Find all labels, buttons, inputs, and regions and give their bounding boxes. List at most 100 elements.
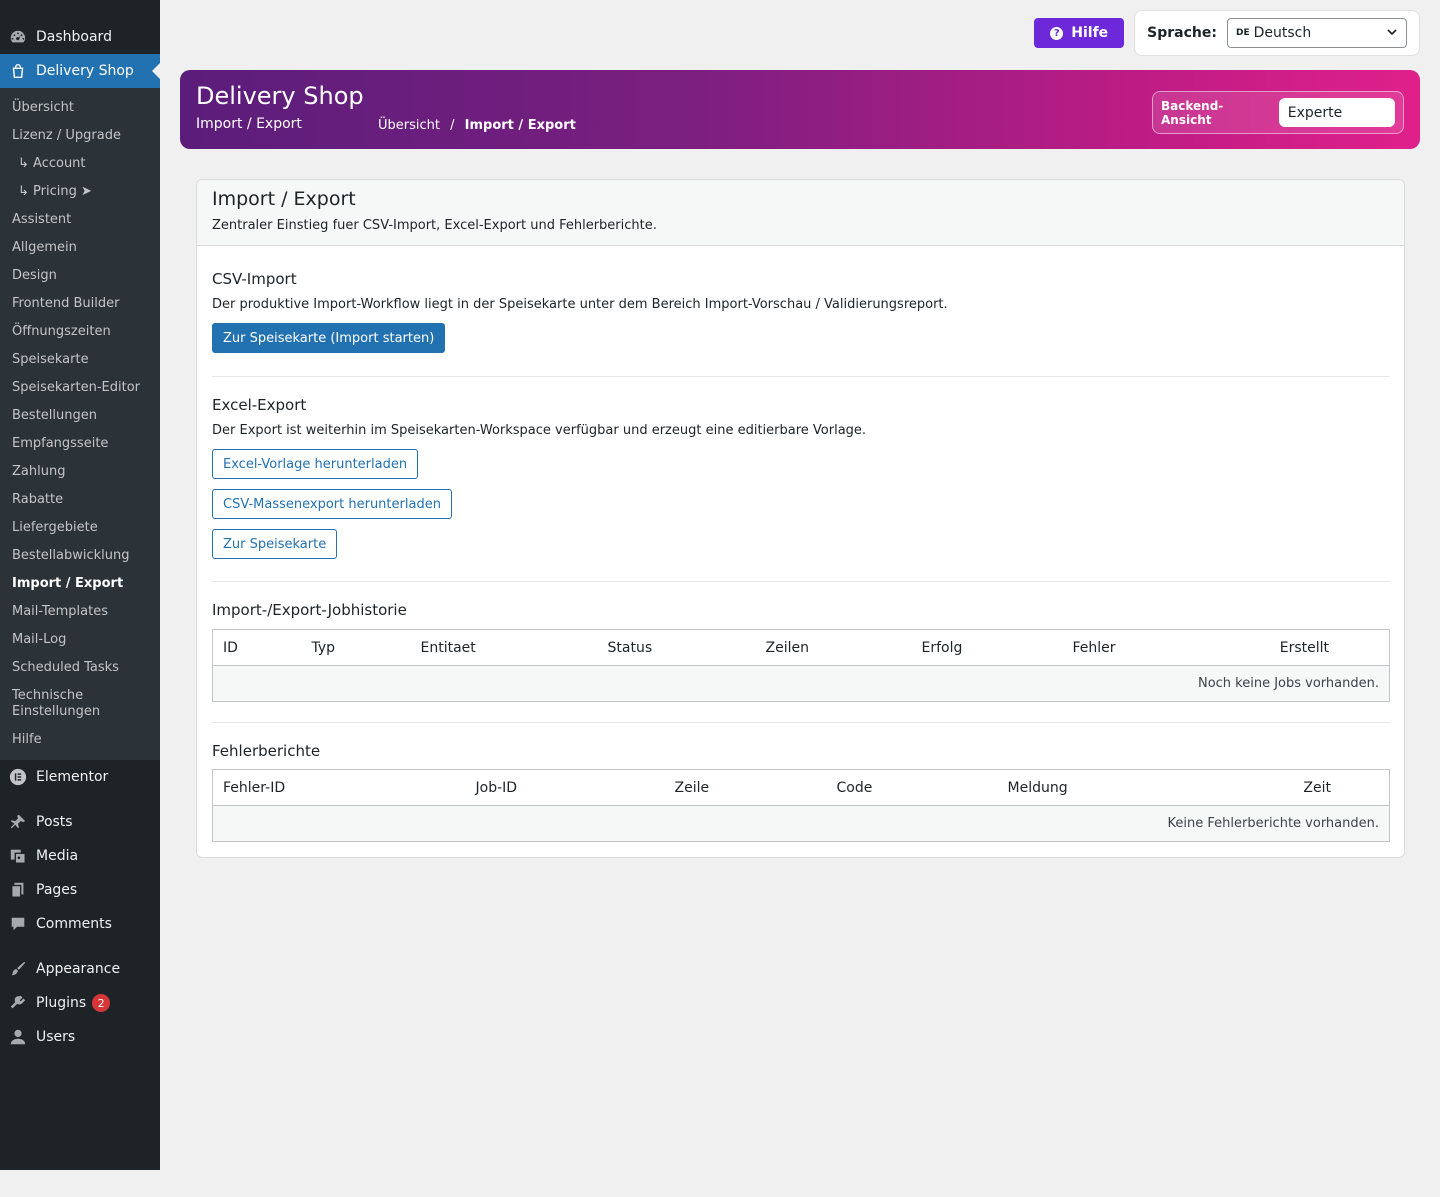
elementor-icon (8, 767, 28, 787)
submenu-mail-log[interactable]: Mail-Log (0, 626, 160, 654)
column-header: Typ (301, 629, 411, 666)
table-header-row: Fehler-ID Job-ID Zeile Code Meldung Zeit (212, 769, 1390, 806)
menu-users[interactable]: Users (0, 1020, 160, 1054)
menu-dashboard[interactable]: Dashboard (0, 20, 160, 54)
menu-label: Posts (36, 814, 73, 830)
column-header: Job-ID (465, 769, 665, 806)
submenu-uebersicht[interactable]: Übersicht (0, 94, 160, 122)
column-header: Fehler (1062, 629, 1213, 666)
submenu-empfangsseite[interactable]: Empfangsseite (0, 430, 160, 458)
delivery-shop-submenu: Übersicht Lizenz / Upgrade ↳ Account ↳ P… (0, 88, 160, 760)
menu-label: Users (36, 1029, 76, 1045)
language-value: Deutsch (1253, 25, 1312, 41)
column-header: ID (212, 629, 302, 666)
backend-view-select[interactable]: Experte (1278, 98, 1395, 127)
download-excel-template-button[interactable]: Excel-Vorlage herunterladen (212, 449, 419, 479)
submenu-oeffnungszeiten[interactable]: Öffnungszeiten (0, 318, 160, 346)
excel-export-title: Excel-Export (212, 396, 307, 414)
submenu-pricing[interactable]: ↳ Pricing ➤ (0, 178, 160, 206)
error-reports-section: Fehlerberichte Fehler-ID Job-ID Zeile Co… (212, 742, 1390, 842)
csv-import-title: CSV-Import (212, 270, 297, 288)
backend-view-value: Experte (1287, 104, 1343, 121)
help-button[interactable]: ? Hilfe (1034, 18, 1125, 48)
submenu-import-export[interactable]: Import / Export (0, 570, 160, 598)
column-header: Zeit (1197, 769, 1390, 806)
submenu-bestellabwicklung[interactable]: Bestellabwicklung (0, 542, 160, 570)
language-flag: DE (1236, 28, 1250, 38)
submenu-hilfe[interactable]: Hilfe (0, 726, 160, 754)
submenu-lizenz[interactable]: Lizenz / Upgrade (0, 122, 160, 150)
chevron-down-icon (1386, 26, 1398, 41)
submenu-liefergebiete[interactable]: Liefergebiete (0, 514, 160, 542)
menu-plugins[interactable]: Plugins 2 (0, 986, 160, 1020)
submenu-technische-einstellungen[interactable]: Technische Einstellungen (0, 682, 120, 726)
menu-label: Delivery Shop (36, 63, 134, 79)
help-icon: ? (1050, 26, 1064, 40)
section-divider (212, 376, 1390, 377)
menu-label: Comments (36, 916, 112, 932)
submenu-frontend-builder[interactable]: Frontend Builder (0, 290, 160, 318)
menu-appearance[interactable]: Appearance (0, 952, 160, 986)
download-csv-export-button[interactable]: CSV-Massenexport herunterladen (212, 489, 452, 519)
start-import-button[interactable]: Zur Speisekarte (Import starten) (212, 323, 446, 353)
job-history-table: ID Typ Entitaet Status Zeilen Erfolg Feh… (212, 629, 1390, 702)
submenu-assistent[interactable]: Assistent (0, 206, 160, 234)
menu-label: Appearance (36, 961, 121, 977)
submenu-scheduled-tasks[interactable]: Scheduled Tasks (0, 654, 160, 682)
excel-export-description: Der Export ist weiterhin im Speisekarten… (212, 423, 867, 438)
column-header: Entitaet (410, 629, 598, 666)
pin-icon (8, 812, 28, 832)
pages-icon (8, 880, 28, 900)
submenu-bestellungen[interactable]: Bestellungen (0, 402, 160, 430)
menu-comments[interactable]: Comments (0, 907, 160, 941)
breadcrumb: Übersicht / Import / Export (378, 118, 576, 133)
submenu-mail-templates[interactable]: Mail-Templates (0, 598, 160, 626)
error-reports-table: Fehler-ID Job-ID Zeile Code Meldung Zeit… (212, 769, 1390, 842)
csv-import-section: CSV-Import Der produktive Import-Workflo… (212, 270, 1390, 353)
table-row: Noch keine Jobs vorhanden. (212, 665, 1390, 702)
menu-posts[interactable]: Posts (0, 805, 160, 839)
media-icon (8, 846, 28, 866)
column-header: Meldung (997, 769, 1198, 806)
backend-view-label: Backend-Ansicht (1161, 98, 1224, 127)
breadcrumb-parent[interactable]: Übersicht (378, 118, 440, 133)
plugin-update-badge: 2 (92, 994, 111, 1012)
user-icon (8, 1027, 28, 1047)
submenu-rabatte[interactable]: Rabatte (0, 486, 160, 514)
go-to-menu-button[interactable]: Zur Speisekarte (212, 529, 338, 559)
job-history-section: Import-/Export-Jobhistorie ID Typ Entita… (212, 601, 1390, 702)
menu-delivery-shop[interactable]: Delivery Shop (0, 54, 160, 88)
column-header: Fehler-ID (212, 769, 466, 806)
submenu-speisekarte[interactable]: Speisekarte (0, 346, 160, 374)
job-history-title: Import-/Export-Jobhistorie (212, 601, 407, 619)
column-header: Code (826, 769, 998, 806)
brush-icon (8, 959, 28, 979)
submenu-speisekarten-editor[interactable]: Speisekarten-Editor (0, 374, 160, 402)
card-header: Import / Export Zentraler Einstieg fuer … (197, 180, 1404, 246)
card-title: Import / Export (212, 188, 356, 210)
language-box: Sprache: DE Deutsch (1134, 10, 1420, 56)
menu-media[interactable]: Media (0, 839, 160, 873)
menu-label: Elementor (36, 769, 109, 785)
breadcrumb-current: Import / Export (464, 118, 576, 133)
submenu-zahlung[interactable]: Zahlung (0, 458, 160, 486)
column-header: Zeile (664, 769, 827, 806)
plugin-icon (8, 993, 28, 1013)
language-select[interactable]: DE Deutsch (1227, 18, 1407, 48)
menu-elementor[interactable]: Elementor (0, 760, 160, 794)
csv-import-description: Der produktive Import-Workflow liegt in … (212, 297, 948, 312)
submenu-allgemein[interactable]: Allgemein (0, 234, 160, 262)
page-title: Delivery Shop (196, 82, 364, 110)
column-header: Status (597, 629, 756, 666)
excel-export-section: Excel-Export Der Export ist weiterhin im… (212, 396, 1390, 559)
dashboard-icon (8, 27, 28, 47)
submenu-account[interactable]: ↳ Account (0, 150, 160, 178)
backend-view-box: Backend-Ansicht Experte (1152, 91, 1404, 134)
page-subtitle: Import / Export (196, 116, 302, 132)
table-row: Keine Fehlerberichte vorhanden. (212, 805, 1390, 842)
submenu-design[interactable]: Design (0, 262, 160, 290)
comment-icon (8, 914, 28, 934)
column-header: Erfolg (911, 629, 1063, 666)
menu-pages[interactable]: Pages (0, 873, 160, 907)
section-divider (212, 722, 1390, 723)
